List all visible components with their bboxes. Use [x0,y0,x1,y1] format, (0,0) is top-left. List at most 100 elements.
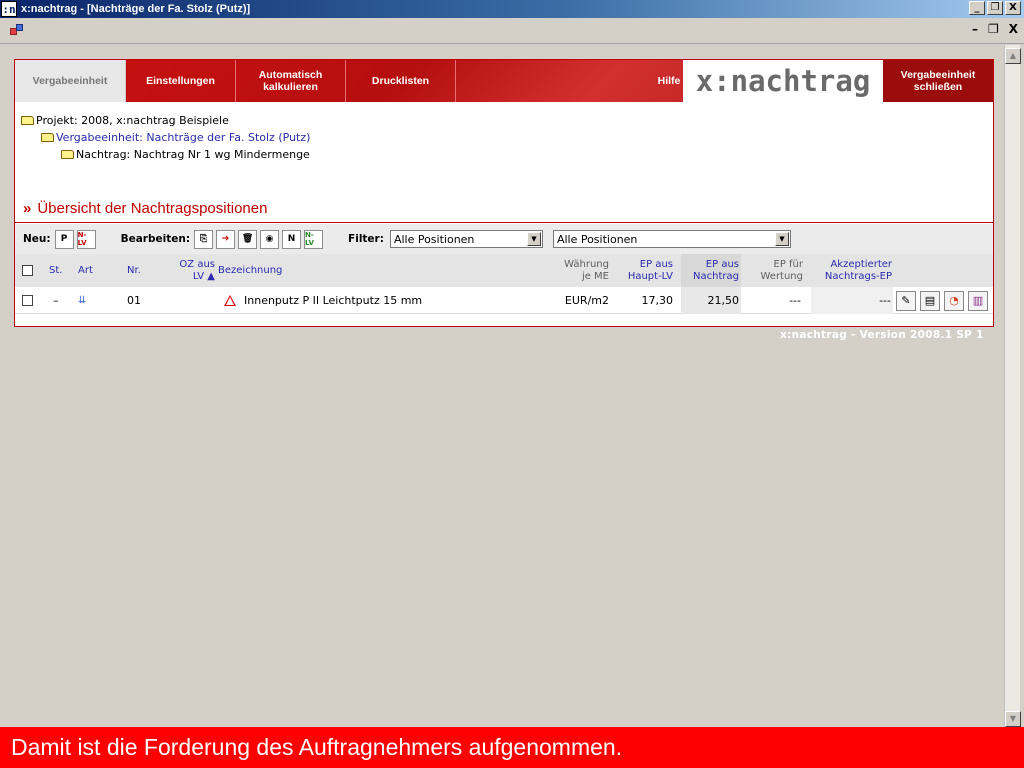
main-panel: Vergabeeinheit Einstellungen Automatisch… [14,59,994,327]
pencil-icon[interactable]: ✎ [896,290,916,311]
mdi-restore-button[interactable]: ❐ [988,22,999,36]
row-ep-wertung: --- [789,294,801,307]
header-ep-nachtrag[interactable]: EP aus Nachtrag [681,254,741,287]
maximize-button[interactable]: ❐ [987,1,1003,15]
folder-icon [41,133,54,142]
minimize-button[interactable]: _ [969,1,985,15]
close-button[interactable]: X [1005,1,1021,15]
select-all-checkbox[interactable] [22,254,33,287]
version-label: x:nachtrag - Version 2008.1 SP 1 [780,329,984,341]
new-nlv-position-button[interactable]: N-LV [76,229,96,249]
mdi-bar: – ❐ X [0,18,1024,44]
close-label-2: schließen [913,81,963,93]
folder-icon [61,150,74,159]
tab-hilfe-label: Hilfe [657,75,681,87]
bar-chart-icon[interactable]: ▥ [968,290,988,311]
vergabeeinheit-schliessen-button[interactable]: Vergabeeinheit schließen [883,60,993,102]
tree-vergabe-label: Vergabeeinheit: Nachträge der Fa. Stolz … [56,131,311,144]
tab-auto-label-2: kalkulieren [263,81,318,93]
row-checkbox[interactable] [22,287,33,314]
header-ep-wertung[interactable]: EP für Wertung [745,254,803,287]
mdi-controls: – ❐ X [972,22,1018,36]
app-icon[interactable]: :n [1,1,17,17]
tree-node-projekt[interactable]: Projekt: 2008, x:nachtrag Beispiele [21,112,310,129]
tab-drucklisten[interactable]: Drucklisten [346,60,456,102]
header-ep-nachtrag-line2: Nachtrag [693,270,739,282]
header-akzept-line1: Akzeptierter [830,258,892,270]
down-arrow-icon: ⇊ [78,295,87,306]
window-controls: _ ❐ X [969,1,1021,15]
header-ep-haupt-line2: Haupt-LV [627,270,673,282]
filter-select-1[interactable]: Alle Positionen ▼ [389,230,543,248]
mdi-minimize-button[interactable]: – [972,22,978,36]
refresh-nlv-button[interactable]: N-LV [304,229,324,249]
folder-icon [21,116,34,125]
header-art[interactable]: Art [78,254,93,287]
clipboard-icon[interactable]: ▤ [920,290,940,311]
trash-icon[interactable]: 🗑 [238,229,258,249]
row-bezeichnung-cell[interactable]: Innenputz P II Leichtputz 15 mm [224,287,422,314]
vertical-scrollbar[interactable]: ▲ ▼ [1004,45,1021,727]
table-row[interactable]: – ⇊ 01 Innenputz P II Leichtputz 15 mm E… [15,287,993,314]
header-akzept-line2: Nachtrags-EP [824,270,892,282]
warning-icon [224,295,236,306]
header-ep-haupt-lv[interactable]: EP aus Haupt-LV [611,254,673,287]
row-waehrung: EUR/m2 [564,294,609,307]
neu-label: Neu: [23,233,51,245]
tab-drucklisten-label: Drucklisten [371,75,430,87]
move-icon[interactable]: ➔ [216,229,236,249]
brand-logo: x:nachtrag [683,60,883,102]
row-ep-haupt-lv: 17,30 [641,294,674,307]
header-bezeichnung[interactable]: Bezeichnung [218,254,282,287]
bearbeiten-label: Bearbeiten: [120,233,191,245]
tree-projekt-label: Projekt: 2008, x:nachtrag Beispiele [36,114,229,127]
tree-node-vergabeeinheit[interactable]: Vergabeeinheit: Nachträge der Fa. Stolz … [21,129,310,146]
header-waehrung[interactable]: Währung je ME [545,254,609,287]
tree-nachtrag-label: Nachtrag: Nachtrag Nr 1 wg Mindermenge [76,148,310,161]
copy-icon[interactable]: ⎘ [194,229,214,249]
filter-label: Filter: [348,233,384,245]
window-title: x:nachtrag - [Nachträge der Fa. Stolz (P… [21,3,251,15]
tab-einstellungen-label: Einstellungen [146,75,215,87]
scroll-down-icon[interactable]: ▼ [1005,711,1021,727]
edit-n-button[interactable]: N [282,229,302,249]
filter-select-2-value: Alle Positionen [556,232,638,246]
row-ep-nachtrag: 21,50 [707,294,740,307]
chevron-down-icon[interactable]: ▼ [526,232,541,246]
title-bar: :n x:nachtrag - [Nachträge der Fa. Stolz… [0,0,1024,18]
row-bezeichnung: Innenputz P II Leichtputz 15 mm [244,294,423,307]
nav-decoration [456,60,655,102]
header-oz-line1: OZ aus [179,258,215,270]
tab-automatisch-kalkulieren[interactable]: Automatisch kalkulieren [236,60,346,102]
tree-node-nachtrag[interactable]: Nachtrag: Nachtrag Nr 1 wg Mindermenge [21,146,310,163]
top-navigation: Vergabeeinheit Einstellungen Automatisch… [15,60,993,102]
header-ep-wertung-line2: Wertung [760,270,803,282]
header-status[interactable]: St. [49,254,62,287]
caption-text: Damit ist die Forderung des Auftragnehme… [11,734,623,760]
chevron-down-icon[interactable]: ▼ [774,232,789,246]
tab-hilfe[interactable]: Hilfe [655,60,683,102]
header-waehrung-line2: je ME [581,270,609,282]
record-icon[interactable]: ◉ [260,229,280,249]
pie-chart-icon[interactable]: ◔ [944,290,964,311]
row-status: – [53,294,59,307]
row-actions: ✎ ▤ ◔ ▥ [896,287,992,314]
header-ep-haupt-line1: EP aus [639,258,673,270]
header-waehrung-line1: Währung [564,258,609,270]
tab-vergabeeinheit-label: Vergabeeinheit [32,75,108,87]
scroll-up-icon[interactable]: ▲ [1005,48,1021,64]
header-nr[interactable]: Nr. [127,254,141,287]
header-oz[interactable]: OZ aus LV ▲ [165,254,215,287]
positions-toolbar: Neu: P N-LV Bearbeiten: ⎘ ➔ 🗑 ◉ N N-LV F… [15,224,993,254]
tab-auto-label-1: Automatisch [258,69,323,81]
mdi-child-icon[interactable] [10,24,24,36]
section-divider [15,222,993,223]
filter-select-2[interactable]: Alle Positionen ▼ [552,230,791,248]
mdi-close-button[interactable]: X [1009,22,1018,36]
new-position-button[interactable]: P [54,229,74,249]
header-akzeptierter-ep[interactable]: Akzeptierter Nachtrags-EP [810,254,892,287]
filter-select-1-value: Alle Positionen [393,232,475,246]
tab-vergabeeinheit[interactable]: Vergabeeinheit [15,60,126,102]
tab-einstellungen[interactable]: Einstellungen [126,60,236,102]
project-tree: Projekt: 2008, x:nachtrag Beispiele Verg… [21,112,310,163]
